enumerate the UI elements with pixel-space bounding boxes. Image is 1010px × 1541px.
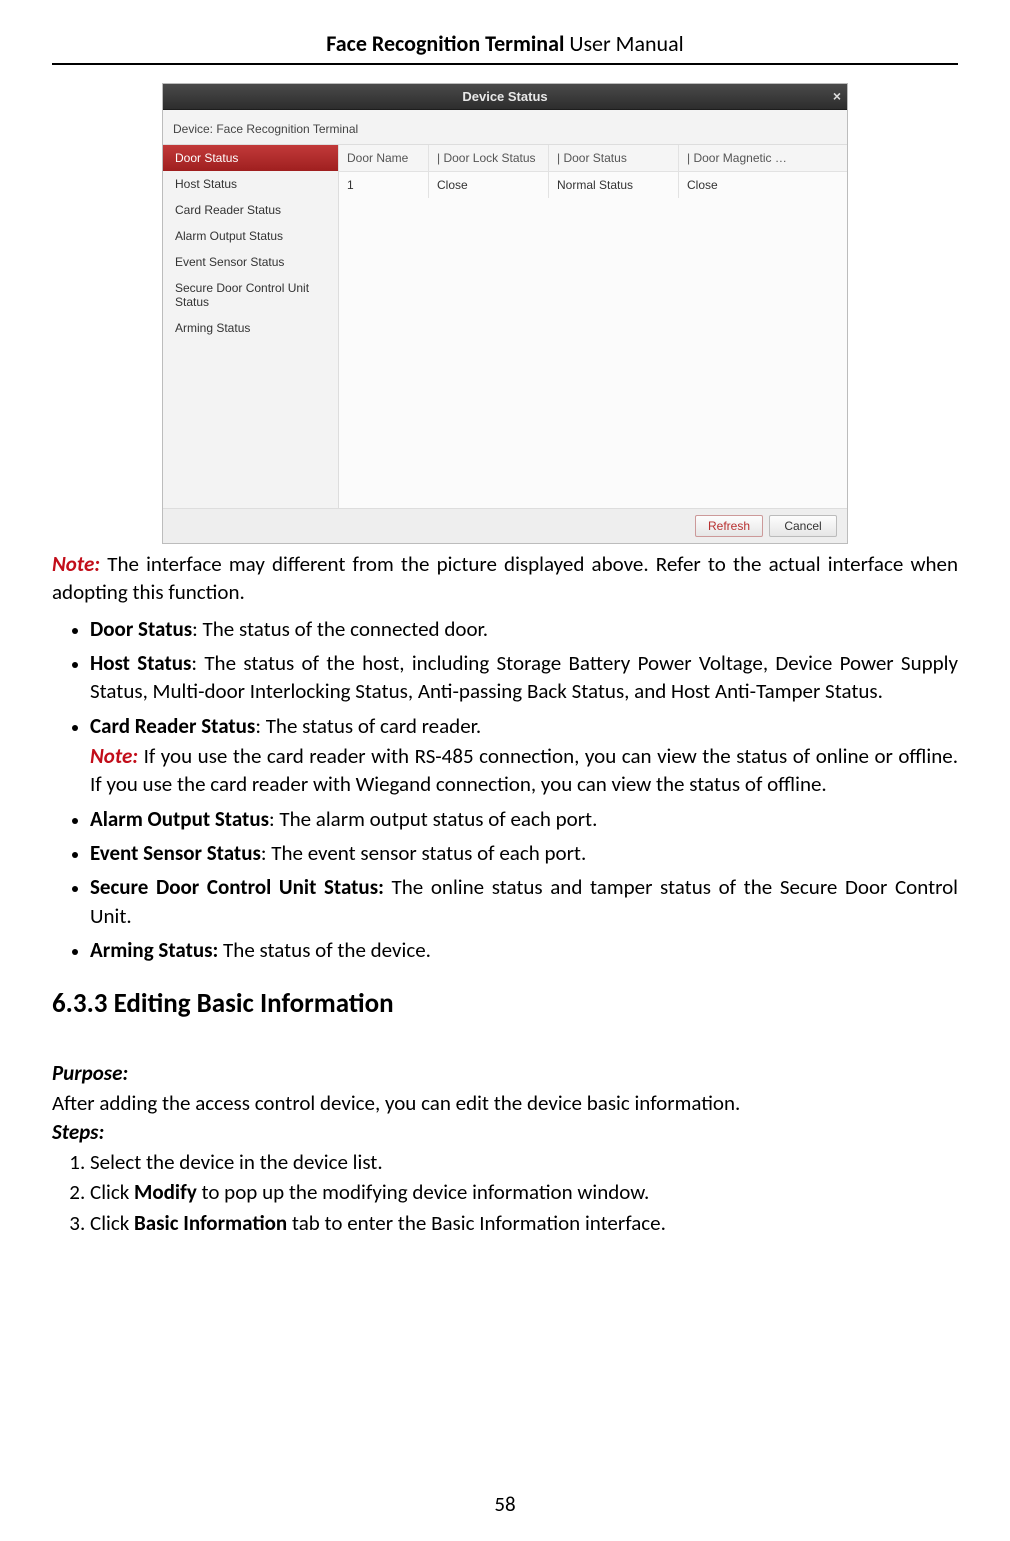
sidebar-item-card-reader-status[interactable]: Card Reader Status xyxy=(163,197,338,223)
dialog-titlebar: Device Status × xyxy=(163,84,847,110)
td-door-lock-status: Close xyxy=(429,172,549,198)
device-label: Device: Face Recognition Terminal xyxy=(163,110,847,144)
close-icon[interactable]: × xyxy=(833,88,841,104)
refresh-button[interactable]: Refresh xyxy=(695,515,763,537)
bullet-door-status: Door Status: The status of the connected… xyxy=(90,615,958,643)
note-paragraph: Note: The interface may different from t… xyxy=(52,550,958,607)
heading-6-3-3: 6.3.3 Editing Basic Information xyxy=(52,986,958,1022)
td-door-status: Normal Status xyxy=(549,172,679,198)
th-door-name: Door Name xyxy=(339,145,429,171)
page-header: Face Recognition Terminal User Manual xyxy=(52,0,958,65)
steps-label: Steps: xyxy=(52,1118,958,1146)
th-door-status: | Door Status xyxy=(549,145,679,171)
sidebar-item-host-status[interactable]: Host Status xyxy=(163,171,338,197)
step-2: Click Modify to pop up the modifying dev… xyxy=(90,1178,958,1206)
table-area: Door Name | Door Lock Status | Door Stat… xyxy=(339,145,847,508)
bullet-list: Door Status: The status of the connected… xyxy=(52,615,958,965)
header-title-bold: Face Recognition Terminal xyxy=(326,30,564,57)
bullet-host-status: Host Status: The status of the host, inc… xyxy=(90,649,958,706)
header-title-rest: User Manual xyxy=(564,30,683,57)
th-door-magnetic: | Door Magnetic … xyxy=(679,145,847,171)
page-number: 58 xyxy=(0,1491,1010,1517)
subnote-text: If you use the card reader with RS-485 c… xyxy=(90,743,958,797)
note-text: The interface may different from the pic… xyxy=(52,551,958,605)
sidebar-item-secure-door-control[interactable]: Secure Door Control Unit Status xyxy=(163,275,338,315)
table-row[interactable]: 1 Close Normal Status Close xyxy=(339,172,847,198)
bullet-card-reader-status: Card Reader Status: The status of card r… xyxy=(90,712,958,799)
sidebar: Door Status Host Status Card Reader Stat… xyxy=(163,145,339,508)
dialog-title: Device Status xyxy=(462,89,547,104)
step-3: Click Basic Information tab to enter the… xyxy=(90,1209,958,1237)
note-label: Note: xyxy=(52,551,100,577)
sidebar-item-door-status[interactable]: Door Status xyxy=(163,145,338,171)
dialog-footer: Refresh Cancel xyxy=(163,508,847,543)
sidebar-item-event-sensor-status[interactable]: Event Sensor Status xyxy=(163,249,338,275)
sidebar-item-arming-status[interactable]: Arming Status xyxy=(163,315,338,341)
bullet-secure-door-control: Secure Door Control Unit Status: The onl… xyxy=(90,873,958,930)
device-status-dialog: Device Status × Device: Face Recognition… xyxy=(162,83,848,544)
cancel-button[interactable]: Cancel xyxy=(769,515,837,537)
bullet-arming-status: Arming Status: The status of the device. xyxy=(90,936,958,964)
subnote-label: Note: xyxy=(90,743,138,769)
td-door-name: 1 xyxy=(339,172,429,198)
purpose-text: After adding the access control device, … xyxy=(52,1089,958,1117)
bullet-event-sensor-status: Event Sensor Status: The event sensor st… xyxy=(90,839,958,867)
purpose-label: Purpose: xyxy=(52,1059,958,1087)
sidebar-item-alarm-output-status[interactable]: Alarm Output Status xyxy=(163,223,338,249)
td-door-magnetic: Close xyxy=(679,172,847,198)
bullet-alarm-output-status: Alarm Output Status: The alarm output st… xyxy=(90,805,958,833)
th-door-lock-status: | Door Lock Status xyxy=(429,145,549,171)
steps-list: Select the device in the device list. Cl… xyxy=(52,1148,958,1237)
step-1: Select the device in the device list. xyxy=(90,1148,958,1176)
table-header: Door Name | Door Lock Status | Door Stat… xyxy=(339,145,847,172)
